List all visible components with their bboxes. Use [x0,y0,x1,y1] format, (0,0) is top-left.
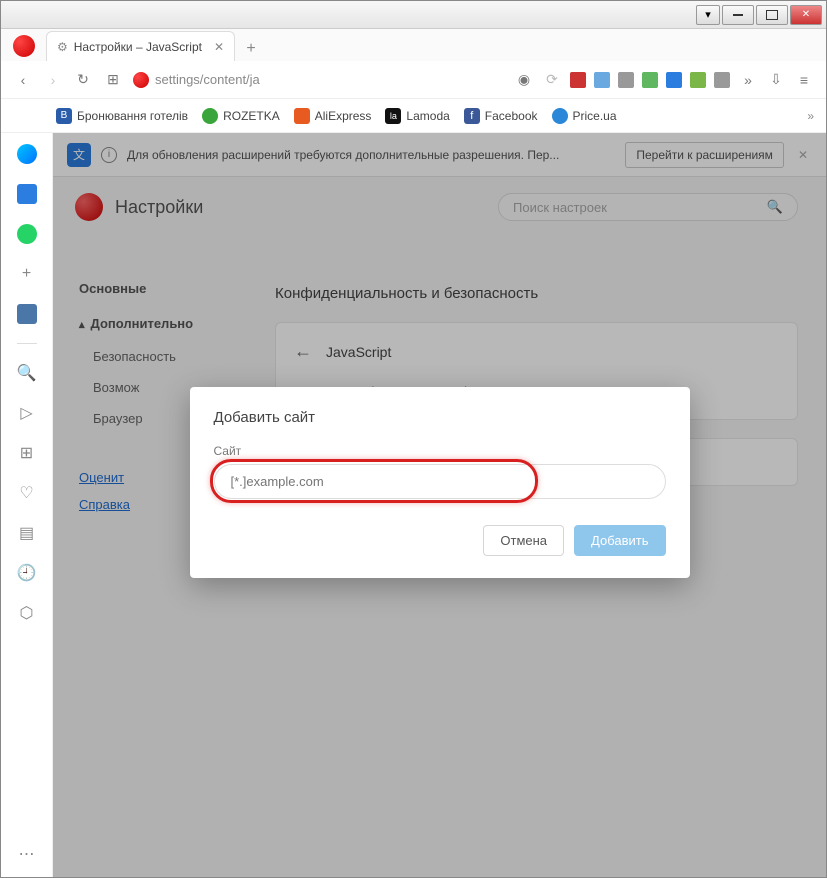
bookmark-label: AliExpress [315,109,372,123]
bookmark-overflow-icon[interactable]: » [807,109,814,123]
bookmark-favicon [552,108,568,124]
speed-dial-sidebar-icon[interactable]: ⊞ [16,442,38,464]
extension-icon[interactable] [714,72,730,88]
bookmark-item[interactable]: ROZETKA [202,108,280,124]
extension-icon[interactable] [642,72,658,88]
bookmark-favicon: la [385,108,401,124]
news-icon[interactable]: ▤ [16,522,38,544]
add-messenger-icon[interactable]: + [16,263,38,285]
bookmark-item[interactable]: AliExpress [294,108,372,124]
bookmark-label: Бронювання готелів [77,109,188,123]
overflow-icon[interactable]: » [738,70,758,90]
extension-icon[interactable] [690,72,706,88]
vk-icon[interactable] [16,303,38,325]
flow-icon[interactable]: ▷ [16,402,38,424]
bookmark-item[interactable]: f Facebook [464,108,538,124]
window-maximize-button[interactable] [756,5,788,25]
opera-logo-icon[interactable] [13,35,35,57]
history-icon[interactable]: 🕘 [16,562,38,584]
browser-tab[interactable]: ⚙ Настройки – JavaScript ✕ [46,31,235,61]
easy-setup-icon[interactable]: ≡ [794,70,814,90]
bookmark-item[interactable]: Price.ua [552,108,617,124]
window-minimize-button[interactable] [722,5,754,25]
bookmark-label: Price.ua [573,109,617,123]
add-button[interactable]: Добавить [574,525,665,556]
extension-icon[interactable] [618,72,634,88]
cancel-button[interactable]: Отмена [483,525,564,556]
extension-icon[interactable] [570,72,586,88]
tab-title: Настройки – JavaScript [74,40,202,54]
sidebar-more-icon[interactable]: ⋯ [16,843,38,865]
window-help-icon[interactable]: ▾ [696,5,720,25]
bookmark-item[interactable]: B Бронювання готелів [56,108,188,124]
bookmark-label: Lamoda [406,109,449,123]
address-bar[interactable]: settings/content/ja [133,72,260,88]
bookmark-favicon [294,108,310,124]
sync-icon[interactable]: ⟳ [542,70,562,90]
url-text: settings/content/ja [155,72,260,87]
downloads-icon[interactable]: ⇩ [766,70,786,90]
tab-close-icon[interactable]: ✕ [214,40,224,54]
bookmark-label: ROZETKA [223,109,280,123]
bookmark-item[interactable]: la Lamoda [385,108,449,124]
search-icon[interactable]: 🔍 [16,362,38,384]
heart-icon[interactable]: ♡ [16,482,38,504]
dialog-title: Добавить сайт [214,409,666,426]
bookmark-favicon: f [464,108,480,124]
reload-button[interactable]: ↻ [73,70,93,90]
site-field-label: Сайт [214,444,666,458]
window-close-button[interactable] [790,5,822,25]
messenger-fb-icon[interactable] [16,143,38,165]
snapshot-icon[interactable]: ◉ [514,70,534,90]
nav-toolbar: ‹ › ↻ ⊞ settings/content/ja ◉ ⟳ » ⇩ ≡ [1,61,826,99]
extensions-sidebar-icon[interactable]: ⬡ [16,602,38,624]
bookmark-label: Facebook [485,109,538,123]
add-site-dialog: Добавить сайт Сайт Отмена Добавить [190,387,690,578]
nav-forward-button[interactable]: › [43,70,63,90]
tab-strip: ⚙ Настройки – JavaScript ✕ + [1,29,826,61]
bookmark-favicon: B [56,108,72,124]
gear-icon: ⚙ [57,40,68,54]
modal-overlay: Добавить сайт Сайт Отмена Добавить [53,133,826,877]
nav-back-button[interactable]: ‹ [13,70,33,90]
new-tab-button[interactable]: + [239,37,263,61]
extension-icon[interactable] [594,72,610,88]
window-titlebar: ▾ [1,1,826,29]
messenger-sidebar: + 🔍 ▷ ⊞ ♡ ▤ 🕘 ⬡ ⋯ [1,133,53,877]
bookmarks-bar: B Бронювання готелів ROZETKA AliExpress l… [1,99,826,133]
extension-icon[interactable] [666,72,682,88]
translate-icon[interactable] [16,183,38,205]
site-url-input[interactable] [214,464,666,499]
speed-dial-icon[interactable]: ⊞ [103,70,123,90]
site-identity-icon [133,72,149,88]
whatsapp-icon[interactable] [16,223,38,245]
bookmark-favicon [202,108,218,124]
